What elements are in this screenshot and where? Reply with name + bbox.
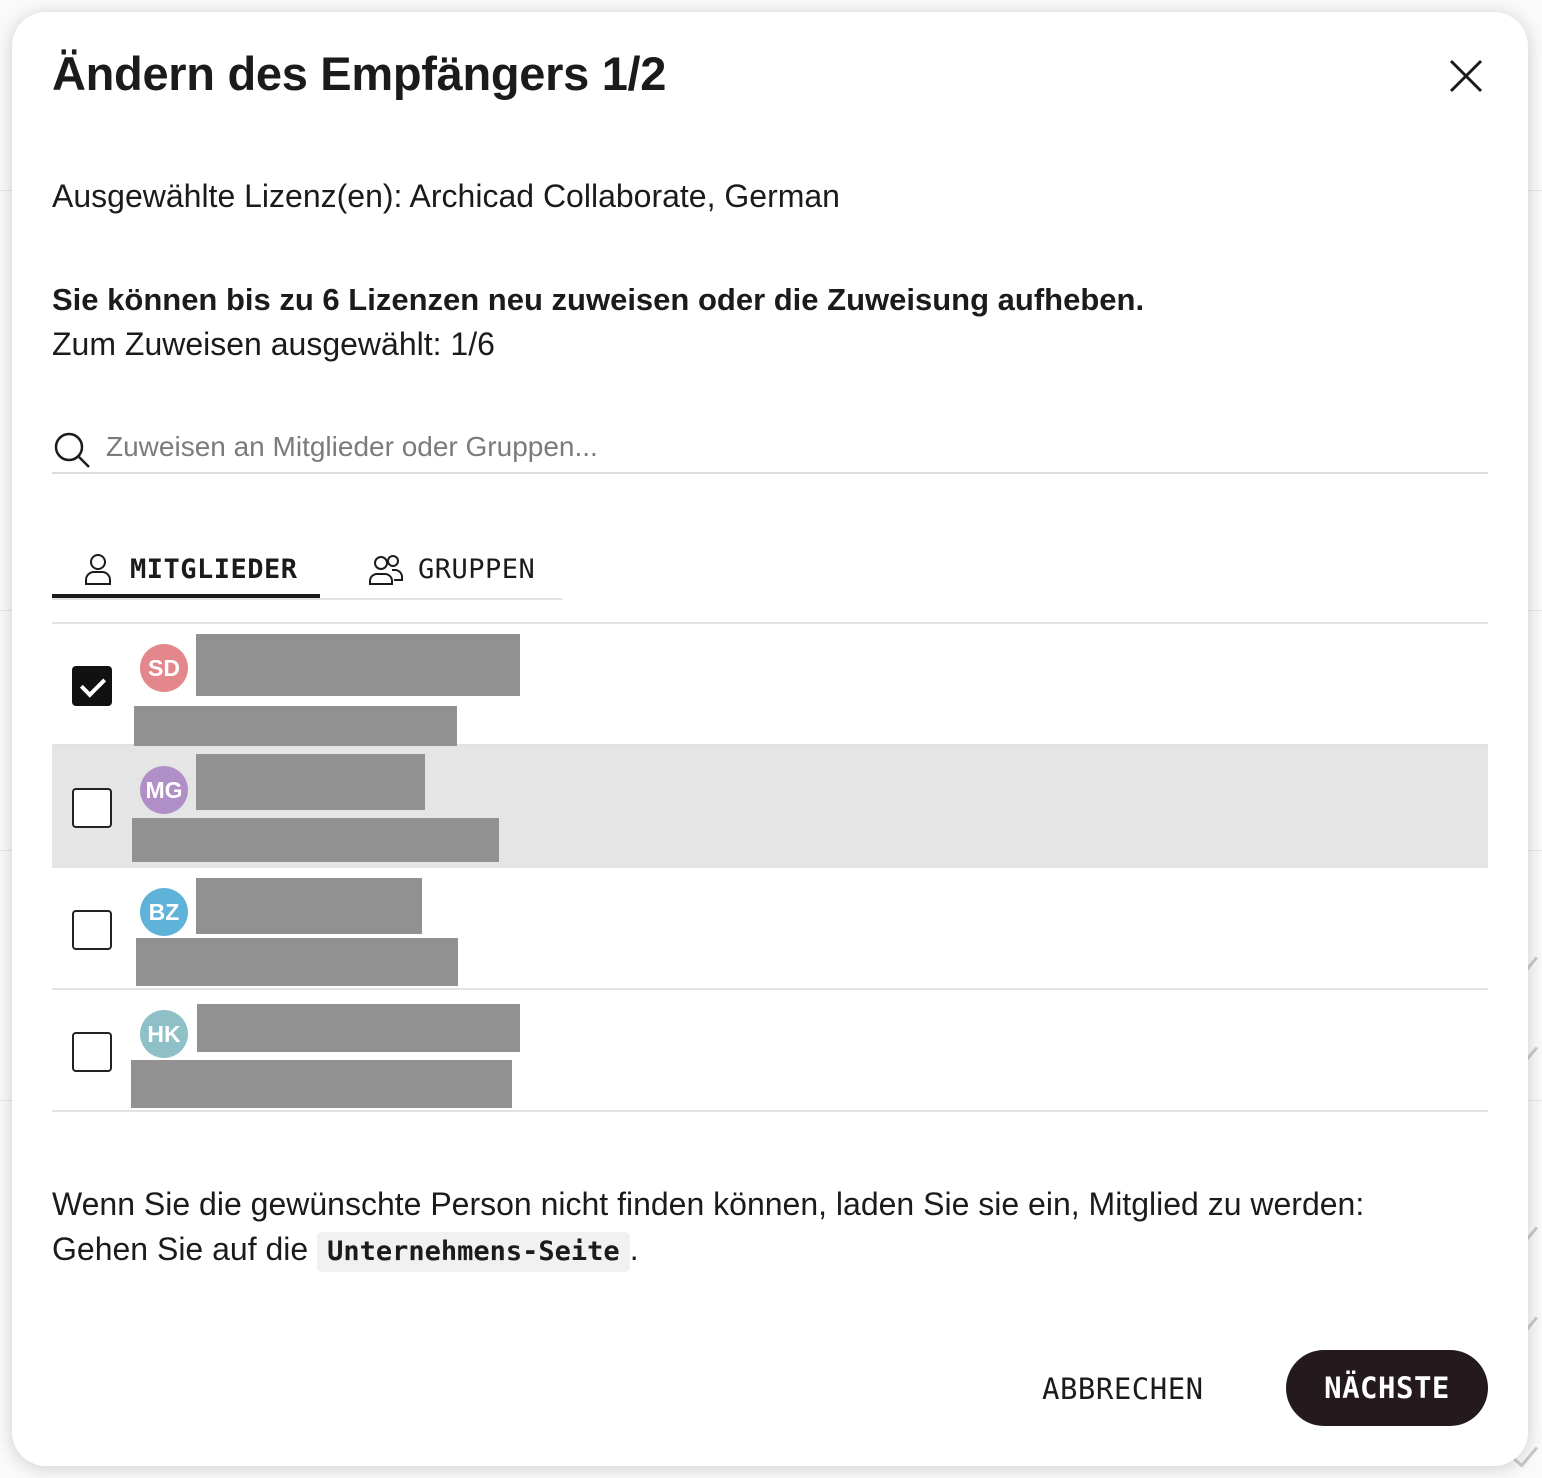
invite-hint: Wenn Sie die gewünschte Person nicht fin… [52, 1182, 1364, 1272]
change-recipient-dialog: Ändern des Empfängers 1/2 Ausgewählte Li… [12, 12, 1528, 1466]
member-checkbox[interactable] [72, 666, 112, 706]
invite-hint-text: Wenn Sie die gewünschte Person nicht fin… [52, 1186, 1365, 1222]
next-button[interactable]: NÄCHSTE [1286, 1350, 1488, 1426]
member-row[interactable]: SD [52, 624, 1488, 746]
dialog-title: Ändern des Empfängers 1/2 [52, 47, 667, 100]
invite-hint-prefix: Gehen Sie auf die [52, 1231, 309, 1267]
member-email-redacted [136, 938, 458, 986]
member-email-redacted [134, 706, 457, 746]
tab-groups-label: GRUPPEN [418, 553, 536, 585]
tab-bar: MITGLIEDER GRUPPEN [52, 540, 562, 600]
close-button[interactable] [1446, 56, 1486, 96]
search-input[interactable] [104, 426, 1478, 468]
member-name-redacted [196, 634, 520, 696]
invite-hint-suffix: . [629, 1231, 639, 1267]
member-name-redacted [197, 1004, 520, 1052]
search-icon [54, 432, 90, 468]
member-row[interactable]: BZ [52, 868, 1488, 990]
member-name-redacted [196, 754, 425, 810]
tab-members-label: MITGLIEDER [130, 553, 298, 585]
company-page-link[interactable]: Unternehmens-Seite [317, 1232, 630, 1272]
member-row[interactable]: HK [52, 990, 1488, 1112]
selected-count-text: Zum Zuweisen ausgewählt: 1/6 [52, 326, 495, 362]
member-row[interactable]: MG [52, 746, 1488, 868]
search-field [52, 422, 1488, 474]
avatar: BZ [140, 888, 188, 936]
people-icon [369, 555, 403, 585]
close-icon [1449, 59, 1483, 93]
active-tab-indicator [52, 594, 320, 598]
member-email-redacted [131, 1060, 512, 1108]
reassign-limit-text: Sie können bis zu 6 Lizenzen neu zuweise… [52, 282, 1145, 317]
tab-groups[interactable]: GRUPPEN [368, 540, 535, 598]
member-checkbox[interactable] [72, 910, 112, 950]
selected-licenses-text: Ausgewählte Lizenz(en): Archicad Collabo… [52, 178, 840, 214]
invite-hint-link-line: Gehen Sie auf die Unternehmens-Seite. [52, 1227, 1364, 1272]
member-checkbox[interactable] [72, 1032, 112, 1072]
avatar: MG [140, 766, 188, 814]
cancel-button[interactable]: ABBRECHEN [1022, 1356, 1224, 1422]
member-checkbox[interactable] [72, 788, 112, 828]
person-icon [85, 554, 111, 585]
avatar: HK [140, 1010, 188, 1058]
avatar: SD [140, 644, 188, 692]
tab-members[interactable]: MITGLIEDER [80, 540, 298, 598]
member-email-redacted [132, 818, 499, 862]
member-name-redacted [196, 878, 422, 934]
